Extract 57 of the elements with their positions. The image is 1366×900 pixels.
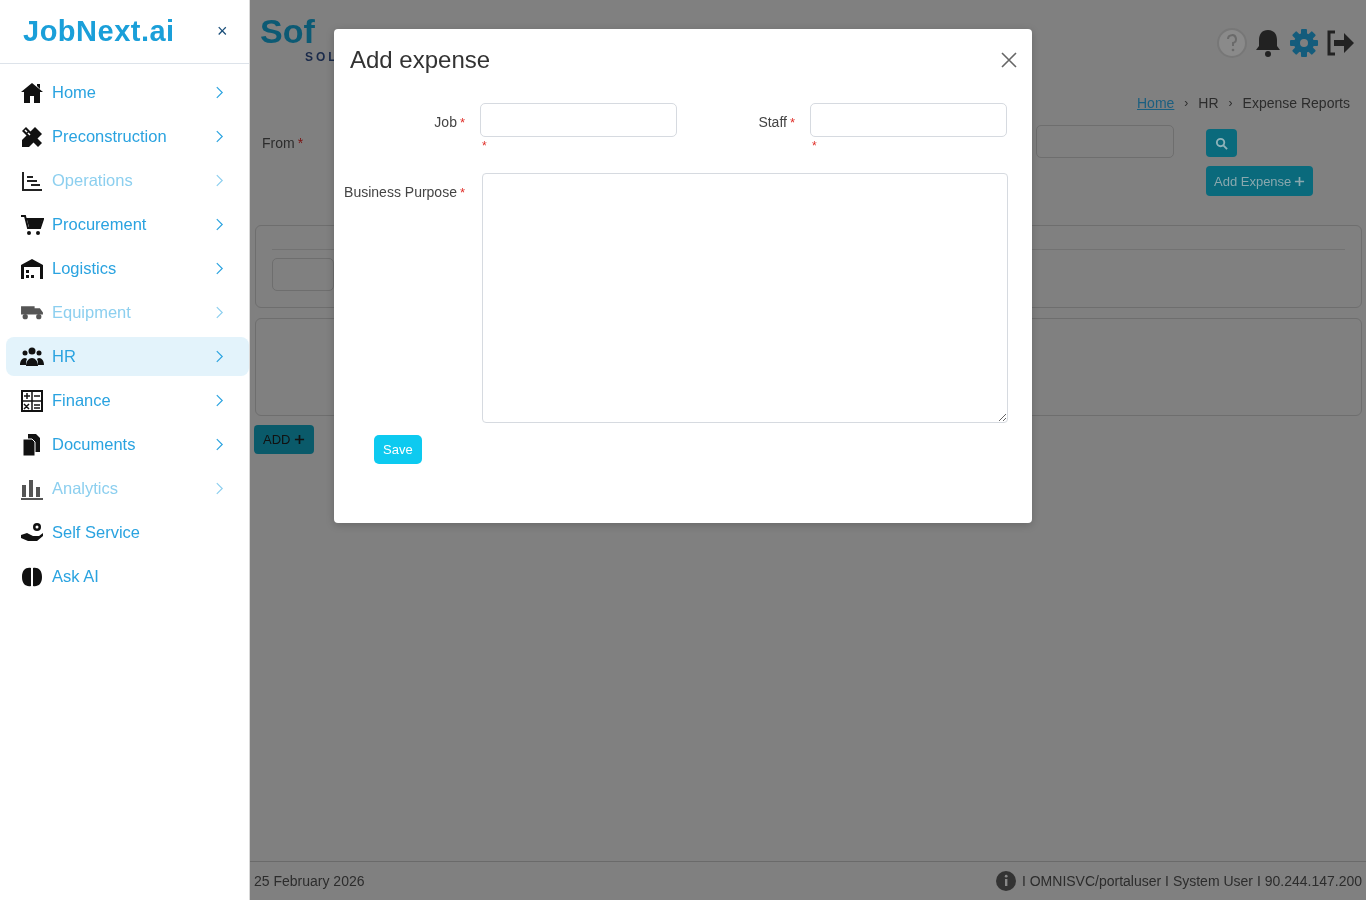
chevron-right-icon: [215, 173, 224, 188]
chevron-right-icon: [215, 129, 224, 144]
chevron-right-icon: [215, 261, 224, 276]
info-icon: [995, 871, 1016, 891]
breadcrumb-item: Expense Reports: [1242, 95, 1350, 111]
plus-icon: [1294, 175, 1306, 187]
chevron-right-icon: [215, 393, 224, 408]
field-label: Business Purpose *: [343, 183, 465, 202]
sidebar-item[interactable]: Operations: [6, 161, 249, 200]
text-area[interactable]: [482, 173, 1008, 423]
dialog-title: Add expense: [350, 46, 491, 74]
sidebar-item[interactable]: Ask AI: [6, 557, 249, 596]
breadcrumb-separator: ›: [1184, 96, 1189, 110]
company-logo: Sof: [260, 14, 316, 48]
search-icon: [1215, 136, 1228, 150]
close-sidebar-button[interactable]: ×: [217, 21, 228, 42]
app-logo: JobNext.ai: [23, 15, 176, 48]
search-button[interactable]: [1206, 129, 1237, 157]
chevron-right-icon: [215, 481, 224, 496]
sidebar-item[interactable]: Preconstruction: [6, 117, 249, 156]
breadcrumb-link[interactable]: Home: [1137, 95, 1175, 111]
chevron-right-icon: [215, 217, 224, 232]
logo-tagline: SOL: [305, 50, 339, 64]
add-expense-button[interactable]: Add Expense: [1206, 166, 1314, 196]
chevron-right-icon: [215, 305, 224, 320]
warehouse-icon: [20, 256, 44, 281]
sidebar-item[interactable]: Analytics: [6, 469, 249, 508]
breadcrumb-item: HR: [1198, 95, 1219, 111]
field-label: Staff *: [757, 113, 795, 132]
settings-icon[interactable]: [1288, 27, 1320, 59]
sidebar-item[interactable]: Procurement: [6, 205, 249, 244]
cart-icon: [20, 212, 44, 237]
home-icon: [20, 80, 44, 105]
breadcrumb-separator: ›: [1228, 96, 1233, 110]
sidebar-item[interactable]: Logistics: [6, 249, 249, 288]
pencil-ruler-icon: [20, 124, 44, 149]
sidebar-item[interactable]: Equipment: [6, 293, 249, 332]
chevron-right-icon: [215, 437, 224, 452]
footer-date: 25 February 2026: [254, 873, 365, 889]
plus-icon: [294, 434, 306, 445]
chevron-right-icon: [215, 85, 224, 100]
sidebar-item[interactable]: Self Service: [6, 513, 249, 552]
sidebar-item[interactable]: Finance: [6, 381, 249, 420]
calculator-icon: [20, 388, 44, 413]
sidebar-item[interactable]: HR: [6, 337, 249, 376]
error-mark: *: [481, 138, 488, 155]
user-info: I OMNISVC/portaluser I System User I 90.244.147.200: [1021, 873, 1362, 889]
chevron-right-icon: [215, 349, 224, 364]
field-label: From *: [262, 135, 304, 151]
truck-icon: [20, 305, 44, 320]
sidebar-item[interactable]: Home: [6, 73, 249, 112]
save-button[interactable]: Save: [374, 435, 422, 464]
sidebar-item[interactable]: Documents: [6, 425, 249, 464]
add-button[interactable]: ADD: [254, 425, 315, 454]
close-icon[interactable]: [1000, 51, 1018, 69]
error-mark: *: [811, 138, 818, 155]
field-label: Job *: [433, 113, 465, 132]
